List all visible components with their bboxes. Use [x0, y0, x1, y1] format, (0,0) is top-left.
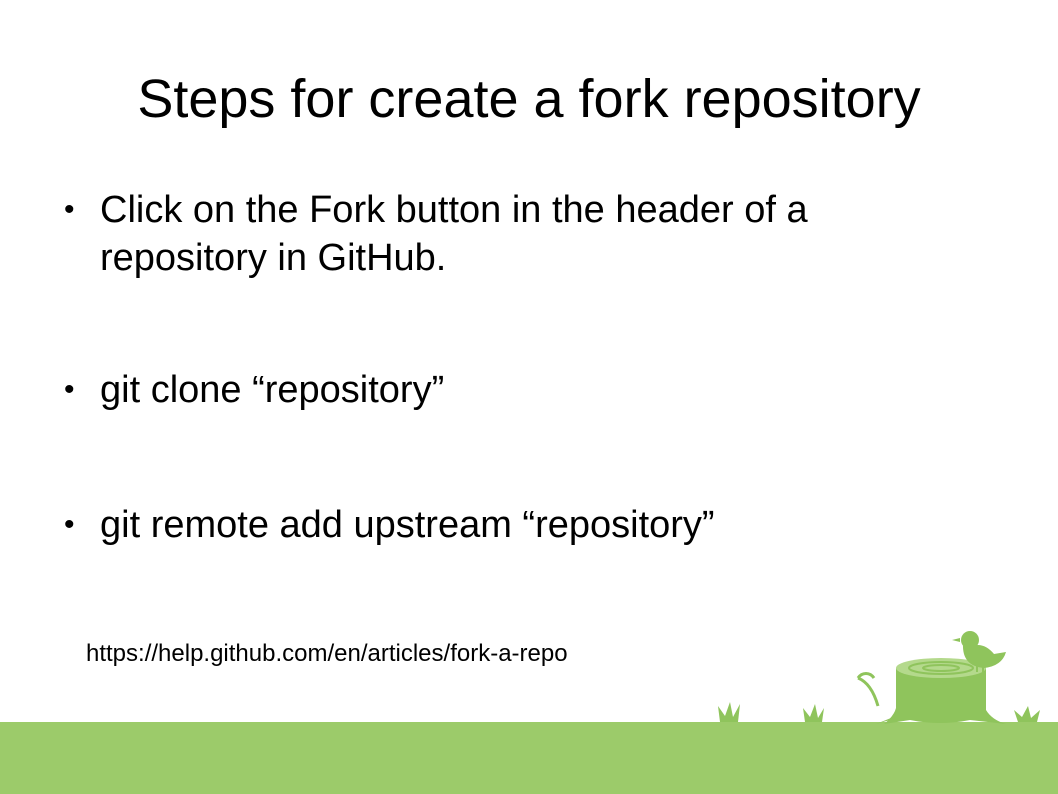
bullet-marker: • — [64, 193, 75, 226]
bullet-marker: • — [64, 373, 75, 406]
bullet-text: git clone “repository” — [100, 369, 445, 411]
bullet-item: • git remote add upstream “repository” — [64, 501, 944, 549]
sprout-icon — [856, 672, 880, 707]
tree-stump-icon — [876, 658, 1006, 724]
ground-band — [0, 722, 1058, 794]
slide-title: Steps for create a fork repository — [137, 69, 921, 129]
scenery-decoration — [718, 631, 1040, 724]
bullet-item: • git clone “repository” — [64, 366, 944, 414]
bullet-text: git remote add upstream “repository” — [100, 504, 715, 546]
bullet-marker: • — [64, 508, 75, 541]
slide: Steps for create a fork repository • Cli… — [0, 0, 1058, 794]
bullet-item: • Click on the Fork button in the header… — [64, 186, 944, 282]
source-link[interactable]: https://help.github.com/en/articles/fork… — [86, 639, 568, 669]
bullet-text: Click on the Fork button in the header o… — [100, 189, 808, 279]
